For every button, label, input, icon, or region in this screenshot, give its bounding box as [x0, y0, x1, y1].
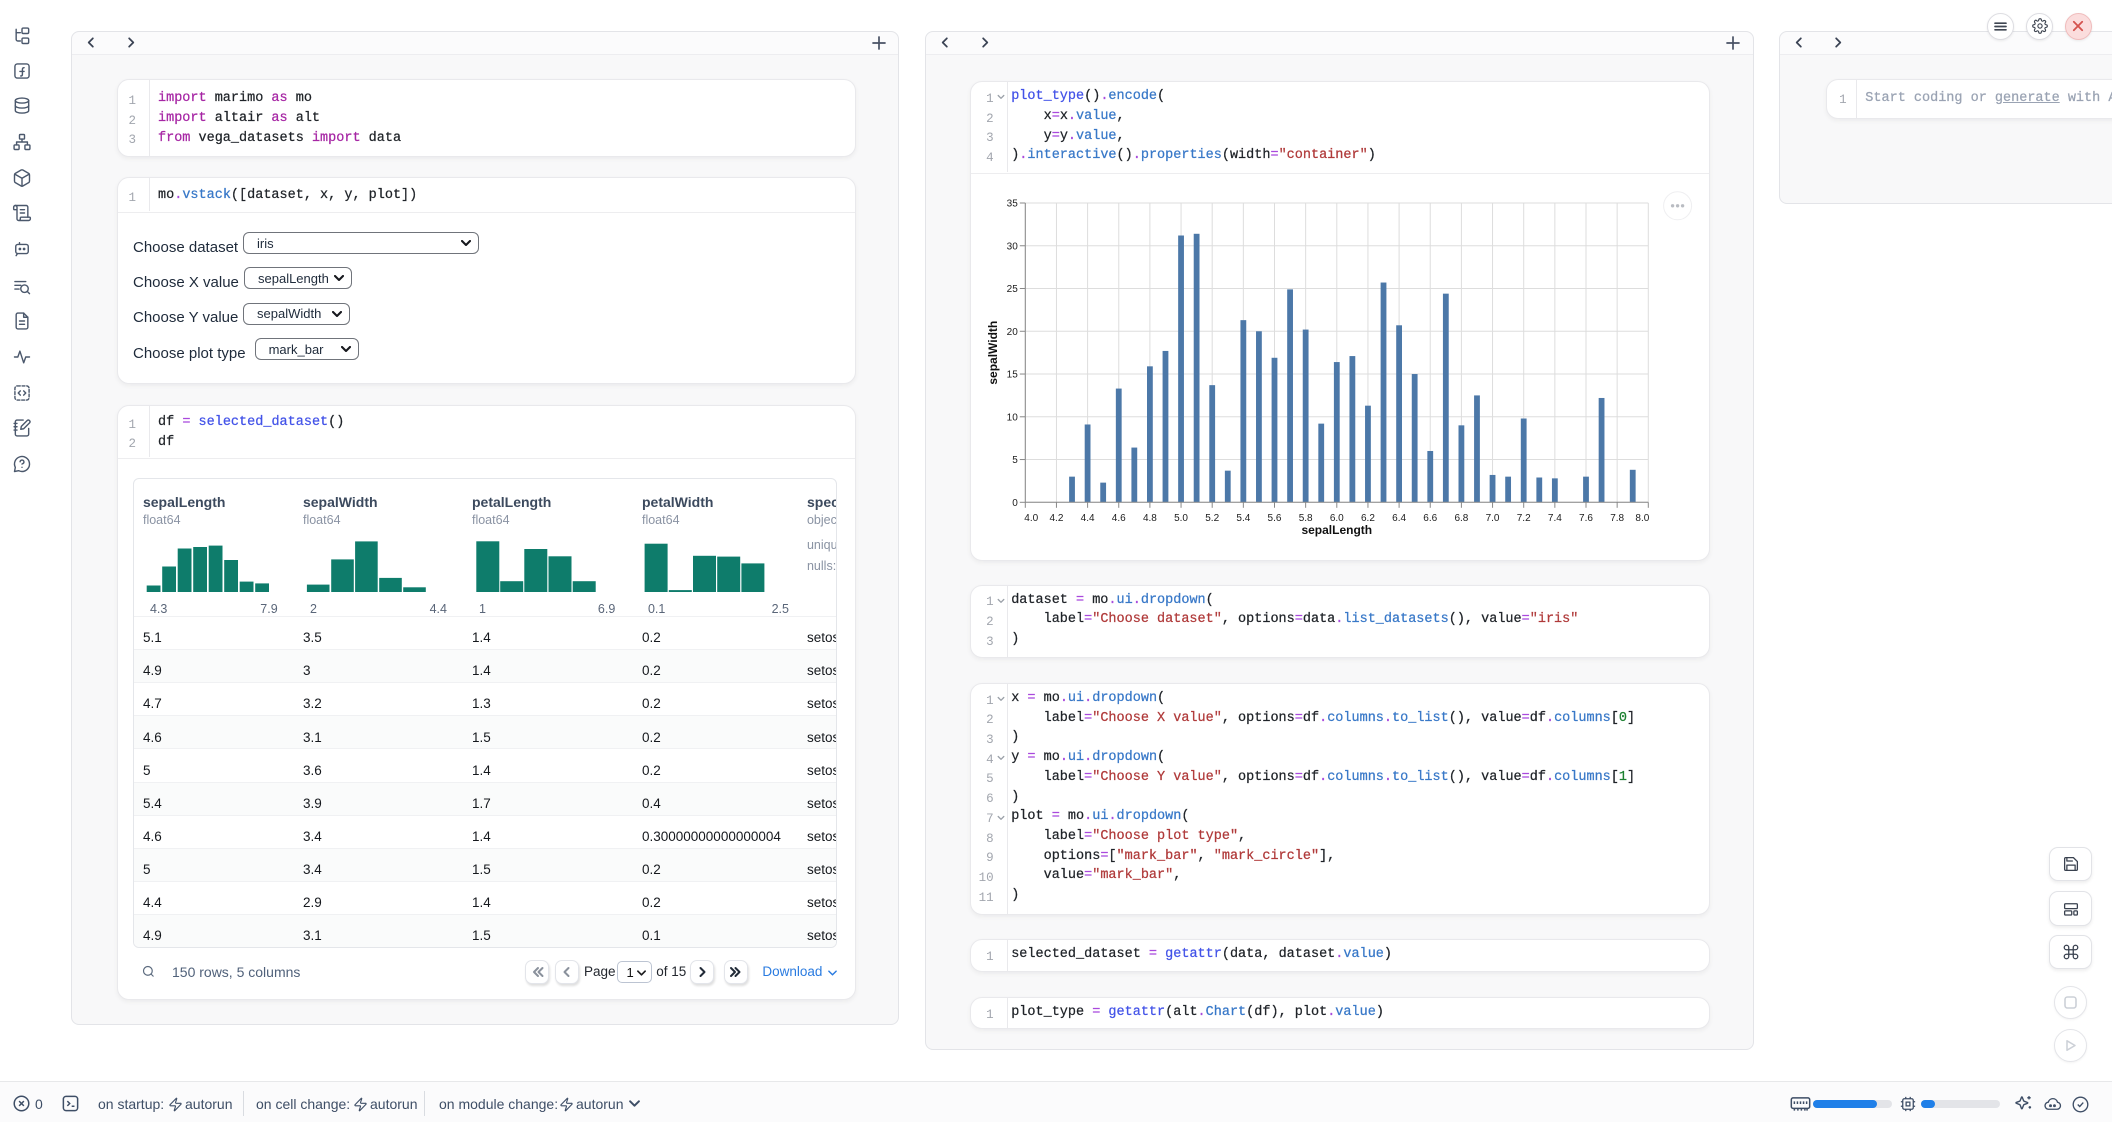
svg-text:5.2: 5.2 [1205, 513, 1219, 524]
svg-text:7.4: 7.4 [1548, 513, 1562, 524]
svg-text:4.0: 4.0 [1024, 513, 1038, 524]
svg-text:4.6: 4.6 [1112, 513, 1126, 524]
svg-text:4.4: 4.4 [1081, 513, 1095, 524]
svg-text:5.4: 5.4 [1237, 513, 1251, 524]
svg-text:7.6: 7.6 [1579, 513, 1593, 524]
svg-text:5.0: 5.0 [1174, 513, 1188, 524]
svg-text:sepalWidth: sepalWidth [986, 321, 1000, 385]
svg-text:5: 5 [1012, 455, 1018, 466]
svg-text:7.8: 7.8 [1610, 513, 1624, 524]
svg-text:25: 25 [1007, 284, 1019, 295]
svg-text:sepalLength: sepalLength [1302, 523, 1373, 537]
svg-text:30: 30 [1007, 241, 1019, 252]
svg-text:4.8: 4.8 [1143, 513, 1157, 524]
svg-text:7.2: 7.2 [1517, 513, 1531, 524]
svg-text:8.0: 8.0 [1636, 513, 1650, 524]
svg-text:6.6: 6.6 [1423, 513, 1437, 524]
svg-text:4.2: 4.2 [1050, 513, 1064, 524]
svg-text:6.8: 6.8 [1455, 513, 1469, 524]
svg-text:6.4: 6.4 [1392, 513, 1406, 524]
svg-text:0: 0 [1012, 498, 1018, 509]
svg-text:5.6: 5.6 [1268, 513, 1282, 524]
svg-text:7.0: 7.0 [1486, 513, 1500, 524]
svg-text:10: 10 [1007, 412, 1019, 423]
svg-text:20: 20 [1007, 327, 1019, 338]
svg-text:35: 35 [1007, 199, 1019, 210]
svg-text:15: 15 [1007, 370, 1019, 381]
